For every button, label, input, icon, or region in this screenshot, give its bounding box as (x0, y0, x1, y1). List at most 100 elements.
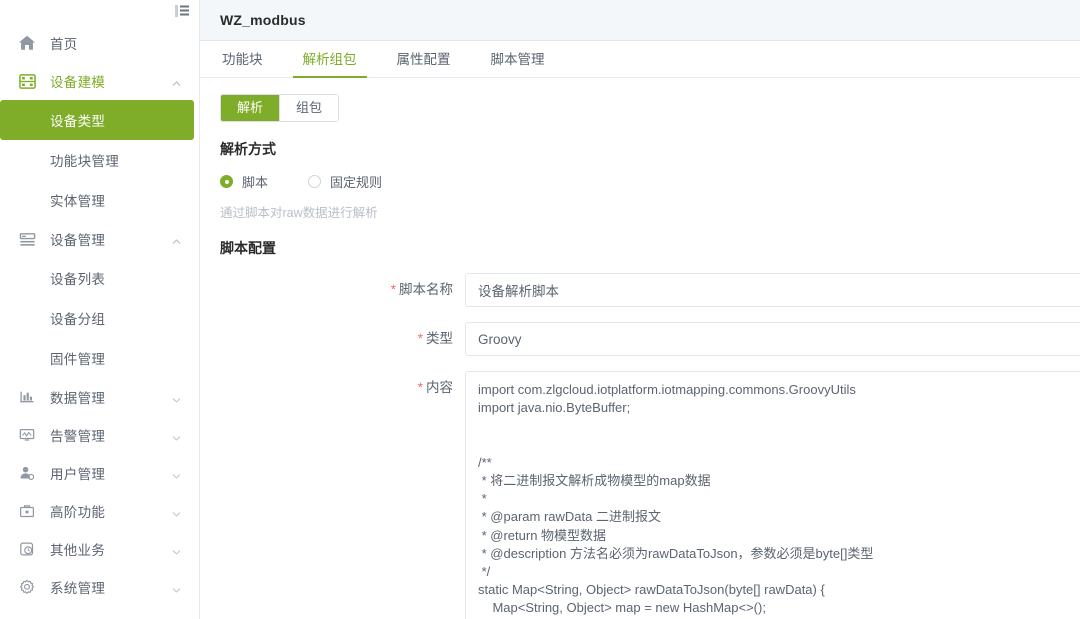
code-line: * @param rawData 二进制报文 (478, 509, 661, 525)
radio-label: 固定规则 (330, 175, 383, 190)
user-gear-icon (18, 464, 36, 482)
monitor-icon (18, 426, 36, 444)
main-content: WZ_modbus 功能块 解析组包 属性配置 脚本管理 解析 组包 解析方式 … (200, 0, 1080, 619)
script-name-input[interactable]: 设备解析脚本 (465, 273, 1080, 307)
field-content: import com.zlgcloud.iotplatform.iotmappi… (465, 371, 1080, 619)
parse-mode-hint: 通过脚本对raw数据进行解析 (220, 206, 378, 220)
label-content: * 内容 (200, 371, 465, 405)
seg-button-parse[interactable]: 解析 (221, 95, 280, 121)
tab-script-manage[interactable]: 脚本管理 (489, 48, 547, 77)
radio-dot-icon (220, 175, 233, 188)
segmented-control: 解析 组包 (220, 94, 340, 122)
chevron-down-icon (172, 545, 181, 555)
form-row-script-name: * 脚本名称 设备解析脚本 (200, 273, 1080, 307)
page-header: WZ_modbus (200, 0, 1080, 41)
code-line: import java.nio.ByteBuffer; (478, 400, 631, 416)
sidebar-topbar (0, 0, 199, 22)
device-model-icon (18, 72, 36, 90)
code-line: * (478, 491, 487, 507)
page-title: WZ_modbus (220, 12, 306, 28)
sidebar-item-user-manage[interactable]: 用户管理 (0, 454, 199, 492)
sidebar-subitem-label: 实体管理 (50, 194, 106, 209)
gear-icon (18, 578, 36, 596)
sidebar-item-device-list[interactable]: 设备列表 (0, 258, 199, 298)
seg-button-package[interactable]: 组包 (279, 95, 339, 121)
tab-parse-package[interactable]: 解析组包 (292, 48, 367, 78)
radio-label: 脚本 (242, 175, 269, 190)
code-line: * 将二进制报文解析成物模型的map数据 (478, 473, 711, 489)
sidebar-item-label: 首页 (50, 37, 78, 52)
radio-script[interactable]: 脚本 (220, 172, 268, 191)
chevron-up-icon (172, 77, 181, 86)
code-line: */ (478, 564, 491, 580)
sidebar-item-alarm-manage[interactable]: 告警管理 (0, 416, 199, 454)
sidebar-item-system-manage[interactable]: 系统管理 (0, 568, 199, 606)
menu-collapse-icon[interactable] (175, 5, 189, 17)
sidebar-subitem-label: 功能块管理 (50, 154, 119, 169)
sidebar-item-firmware-manage[interactable]: 固件管理 (0, 338, 199, 378)
code-line: static Map<String, Object> rawDataToJson… (478, 582, 825, 598)
field-type: Groovy (465, 322, 1080, 356)
sidebar-item-data-manage[interactable]: 数据管理 (0, 378, 199, 416)
code-line: * @description 方法名必须为rawDataToJson，参数必须是… (478, 545, 874, 561)
sidebar-subitem-label: 设备列表 (50, 272, 106, 287)
sidebar-subitem-label: 设备类型 (50, 114, 106, 129)
clock-icon (18, 540, 36, 558)
script-config-title: 脚本配置 (220, 240, 276, 256)
type-select[interactable]: Groovy (465, 322, 1080, 356)
sidebar-item-label: 数据管理 (50, 391, 106, 406)
sidebar-item-label: 系统管理 (50, 581, 106, 596)
code-line: import com.zlgcloud.iotplatform.iotmappi… (478, 382, 856, 397)
label-type: * 类型 (200, 322, 465, 356)
sidebar-menu: 首页 设备建模 设备类型 功能块管理 实体管理 设备管理 设备列表 设备分组 固… (0, 22, 199, 606)
code-line: * @return 物模型数据 (478, 527, 607, 543)
sidebar-item-label: 用户管理 (50, 467, 106, 482)
label-text: 脚本名称 (399, 282, 453, 297)
sidebar-item-advanced-features[interactable]: 高阶功能 (0, 492, 199, 530)
tab-function-block[interactable]: 功能块 (220, 48, 265, 77)
required-marker: * (390, 282, 396, 297)
label-script-name: * 脚本名称 (200, 273, 465, 307)
sidebar-item-label: 其他业务 (50, 543, 106, 558)
code-line: /** (478, 454, 492, 470)
home-icon (18, 34, 36, 52)
sidebar-item-home[interactable]: 首页 (0, 24, 199, 62)
script-content-editor[interactable]: import com.zlgcloud.iotplatform.iotmappi… (465, 371, 1080, 619)
sidebar-subitem-label: 设备分组 (50, 312, 106, 327)
sidebar-item-other-business[interactable]: 其他业务 (0, 530, 199, 568)
chevron-down-icon (172, 431, 181, 441)
sidebar-item-label: 设备建模 (50, 75, 106, 90)
sidebar-item-entity-manage[interactable]: 实体管理 (0, 180, 199, 220)
briefcase-icon (18, 502, 36, 520)
tab-property-config[interactable]: 属性配置 (395, 48, 453, 77)
parse-mode-title: 解析方式 (220, 141, 276, 157)
sidebar-subitem-label: 固件管理 (50, 352, 106, 367)
chevron-up-icon (172, 235, 181, 244)
tab-bar: 功能块 解析组包 属性配置 脚本管理 (200, 41, 1080, 78)
segmented-control-wrap: 解析 组包 (200, 78, 1080, 122)
field-script-name: 设备解析脚本 (465, 273, 1080, 307)
chevron-down-icon (172, 583, 181, 593)
chart-bar-icon (18, 388, 36, 406)
code-line: Map<String, Object> map = new HashMap<>(… (478, 600, 766, 616)
sidebar-item-device-type[interactable]: 设备类型 (0, 100, 194, 140)
parse-mode-radio-group: 脚本 固定规则 (200, 172, 1080, 191)
chevron-down-icon (172, 393, 181, 403)
label-text: 类型 (426, 331, 453, 346)
required-marker: * (417, 331, 423, 346)
chevron-down-icon (172, 507, 181, 517)
sidebar-item-function-block[interactable]: 功能块管理 (0, 140, 199, 180)
sidebar-item-device-group[interactable]: 设备分组 (0, 298, 199, 338)
radio-fixed-rule[interactable]: 固定规则 (308, 172, 382, 191)
form-row-type: * 类型 Groovy (200, 322, 1080, 356)
sidebar-item-device-modeling[interactable]: 设备建模 (0, 62, 199, 100)
sidebar-item-device-manage[interactable]: 设备管理 (0, 220, 199, 258)
label-text: 内容 (426, 380, 453, 395)
radio-dot-icon (308, 175, 322, 188)
device-manage-icon (18, 230, 36, 248)
app-root: 首页 设备建模 设备类型 功能块管理 实体管理 设备管理 设备列表 设备分组 固… (0, 0, 1080, 619)
chevron-down-icon (172, 469, 181, 479)
sidebar-item-label: 高阶功能 (50, 505, 106, 520)
